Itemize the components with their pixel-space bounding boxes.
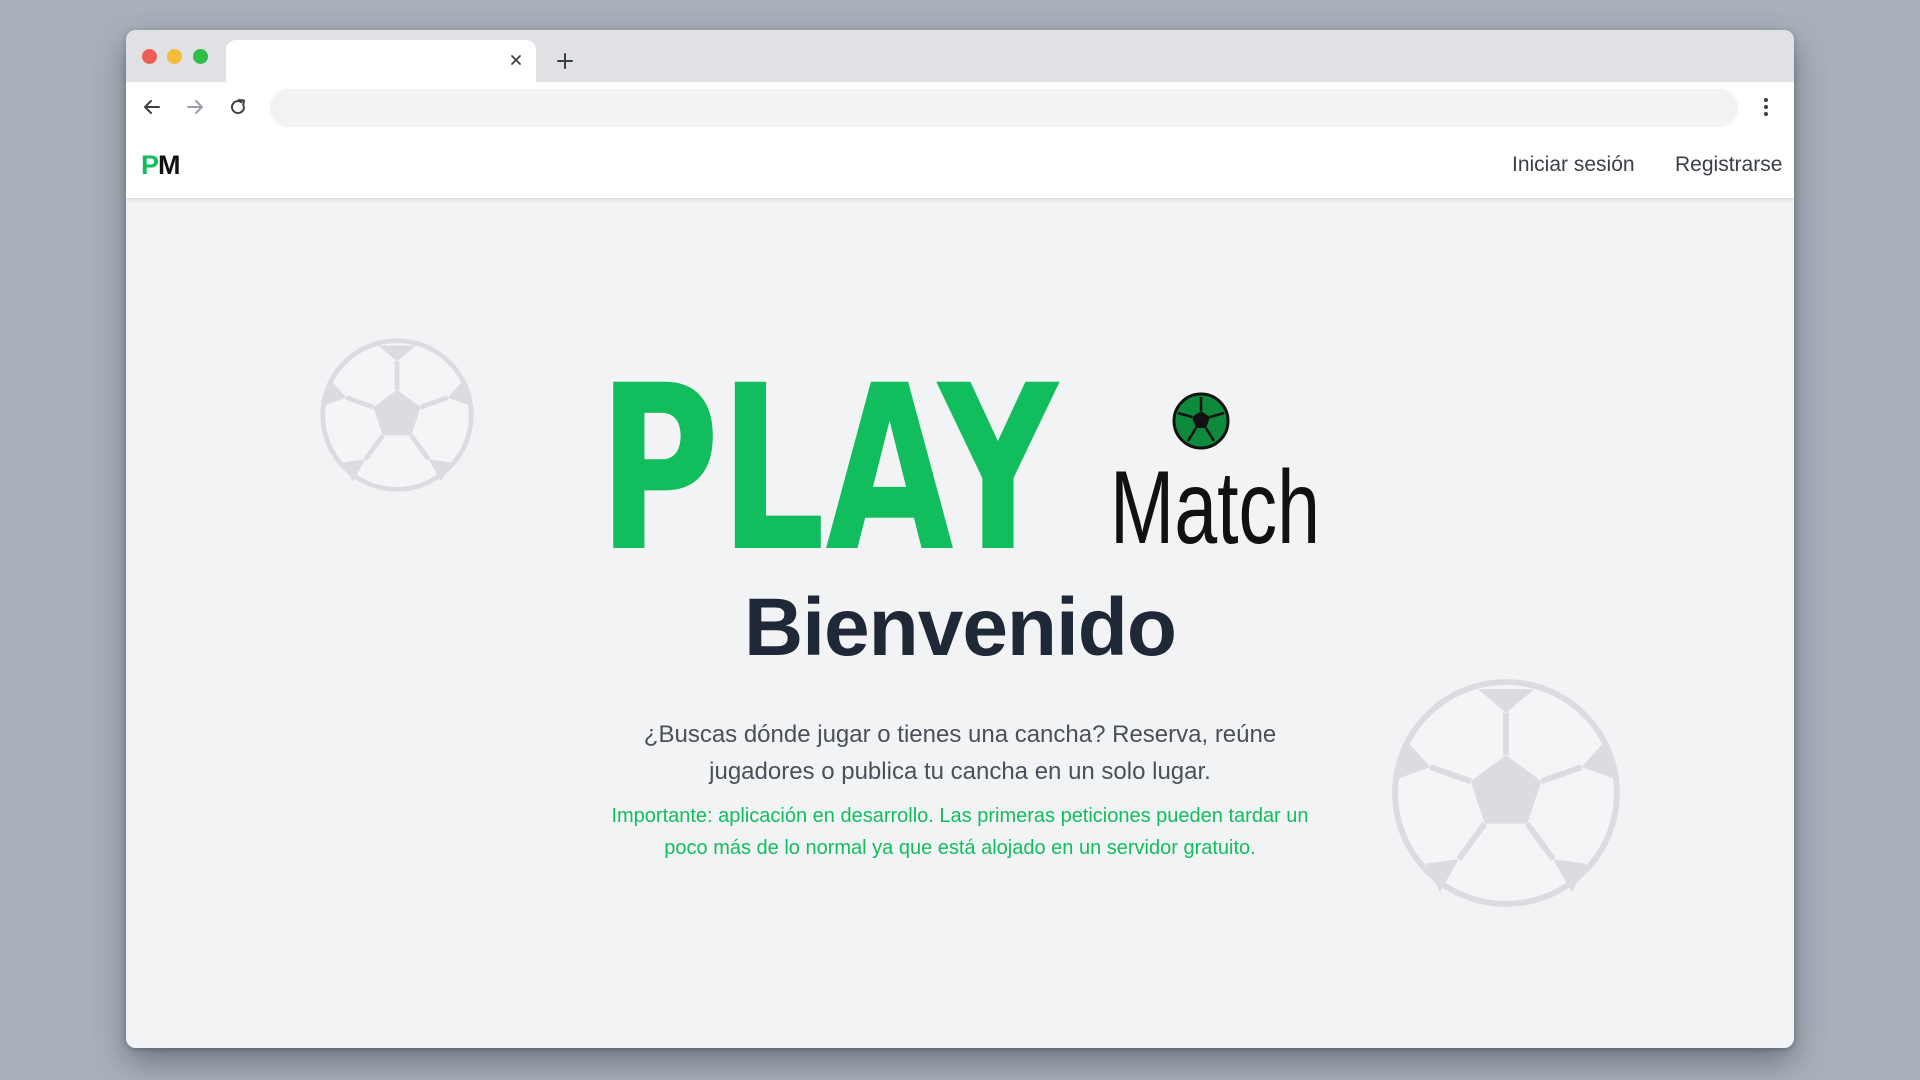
- close-window-button[interactable]: [142, 49, 157, 64]
- site-logo[interactable]: PM: [141, 150, 180, 181]
- site-navbar: PM Iniciar sesión Registrarse: [126, 132, 1794, 198]
- plus-icon[interactable]: [550, 46, 580, 76]
- maximize-window-button[interactable]: [193, 49, 208, 64]
- logo-play-text: PLAY: [598, 353, 1060, 563]
- soccer-ball-icon: [1172, 392, 1230, 450]
- reload-icon[interactable]: [222, 91, 254, 123]
- register-link[interactable]: Registrarse: [1675, 153, 1782, 177]
- soccer-ball-icon: [1392, 679, 1620, 907]
- logo-letter-m: M: [158, 150, 180, 180]
- welcome-title: Bienvenido: [744, 582, 1177, 673]
- logo-letter-p: P: [141, 150, 159, 180]
- development-notice: Importante: aplicación en desarrollo. La…: [611, 805, 1309, 859]
- browser-window: PM Iniciar sesión Registrarse PLAY Match: [126, 30, 1794, 1048]
- minimize-window-button[interactable]: [167, 49, 182, 64]
- main-content: PLAY Match Bienvenido ¿Buscas dónde juga…: [126, 198, 1794, 1048]
- kebab-menu-icon[interactable]: [1750, 91, 1782, 123]
- tab-bar: [126, 30, 1794, 82]
- back-arrow-icon[interactable]: [136, 91, 168, 123]
- soccer-ball-icon: [320, 338, 474, 492]
- login-link[interactable]: Iniciar sesión: [1512, 153, 1635, 177]
- playmatch-logo: PLAY Match: [598, 353, 1320, 563]
- address-bar[interactable]: [270, 89, 1738, 127]
- close-icon[interactable]: [504, 48, 528, 72]
- forward-arrow-icon[interactable]: [179, 91, 211, 123]
- hero-subtitle: ¿Buscas dónde jugar o tienes una cancha?…: [643, 721, 1277, 785]
- browser-toolbar: [126, 82, 1794, 132]
- browser-tab[interactable]: [226, 40, 536, 82]
- logo-match-text: Match: [1110, 450, 1320, 563]
